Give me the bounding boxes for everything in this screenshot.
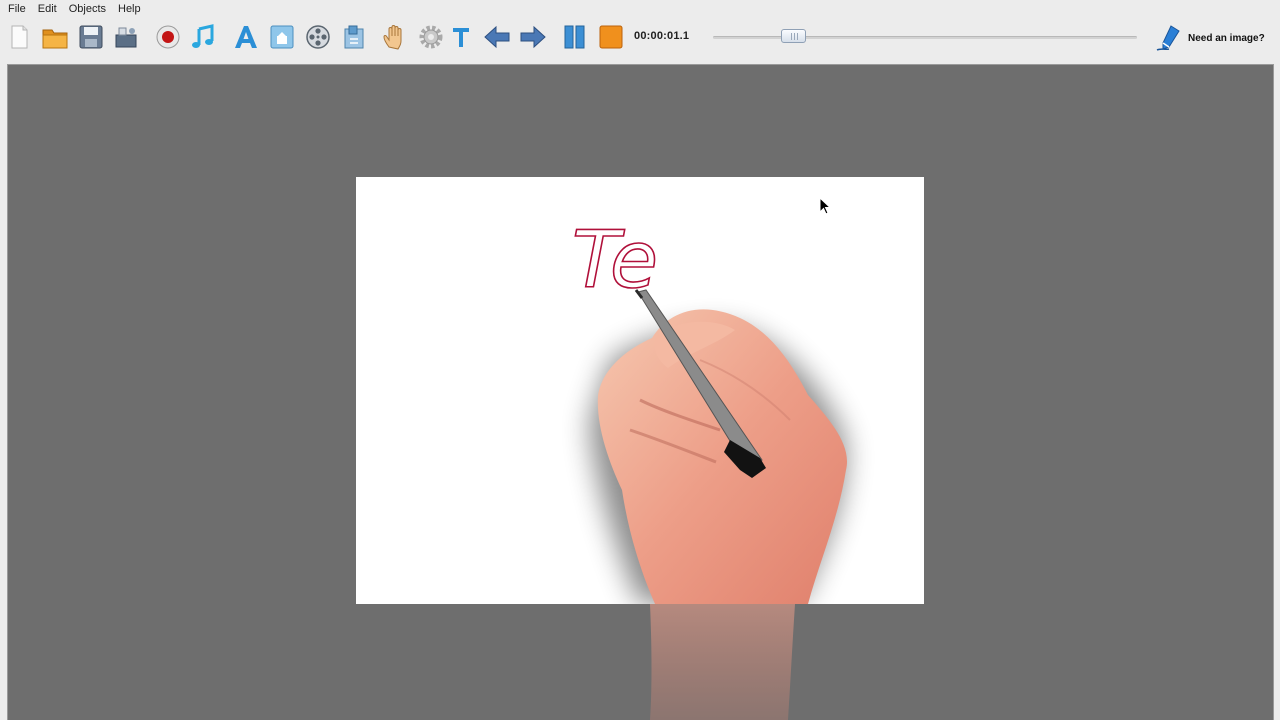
timeline-slider[interactable] <box>713 36 1137 39</box>
record-button[interactable] <box>153 22 183 52</box>
timeline-slider-thumb[interactable] <box>780 29 806 43</box>
save-icon <box>79 25 103 49</box>
text-t-icon <box>453 28 469 47</box>
previous-button[interactable] <box>482 22 512 52</box>
hand-icon <box>383 25 402 50</box>
menu-objects[interactable]: Objects <box>65 3 111 15</box>
music-button[interactable] <box>188 22 218 52</box>
next-button[interactable] <box>518 22 548 52</box>
pause-icon <box>564 25 585 49</box>
settings-button[interactable] <box>416 22 446 52</box>
film-reel-icon <box>306 25 330 49</box>
import-icon <box>344 25 364 49</box>
gear-icon <box>419 25 443 49</box>
hand-button[interactable] <box>380 22 410 52</box>
save-button[interactable] <box>76 22 106 52</box>
text-a-icon <box>235 26 257 48</box>
pause-button[interactable] <box>560 22 590 52</box>
record-icon <box>156 25 180 49</box>
music-icon <box>192 24 214 48</box>
menu-file[interactable]: File <box>4 3 31 15</box>
pen-image-icon <box>1156 25 1180 51</box>
need-image-label: Need an image? <box>1188 32 1265 44</box>
new-icon <box>11 25 28 49</box>
menu-bar: File Edit Objects Help <box>0 0 1280 18</box>
arrow-right-icon <box>520 25 546 49</box>
stop-button[interactable] <box>596 22 626 52</box>
add-image-button[interactable] <box>267 22 297 52</box>
add-text-button[interactable] <box>231 22 261 52</box>
export-button[interactable] <box>111 22 141 52</box>
toolbar: 00:00:01.1 Need an image? <box>0 18 1280 58</box>
time-display: 00:00:01.1 <box>634 30 690 42</box>
menu-edit[interactable]: Edit <box>34 3 62 15</box>
need-image-link[interactable]: Need an image? <box>1154 22 1265 54</box>
drawing-canvas[interactable] <box>356 177 924 604</box>
open-folder-icon <box>42 29 68 49</box>
add-video-button[interactable] <box>303 22 333 52</box>
import-button[interactable] <box>339 22 369 52</box>
arrow-left-icon <box>484 25 510 49</box>
text-tool-button[interactable] <box>446 22 476 52</box>
open-button[interactable] <box>40 22 70 52</box>
export-icon <box>115 27 137 48</box>
image-icon <box>270 25 294 49</box>
mouse-cursor-icon <box>819 197 832 215</box>
new-button[interactable] <box>4 22 34 52</box>
menu-help[interactable]: Help <box>114 3 146 15</box>
stop-icon <box>599 25 623 49</box>
